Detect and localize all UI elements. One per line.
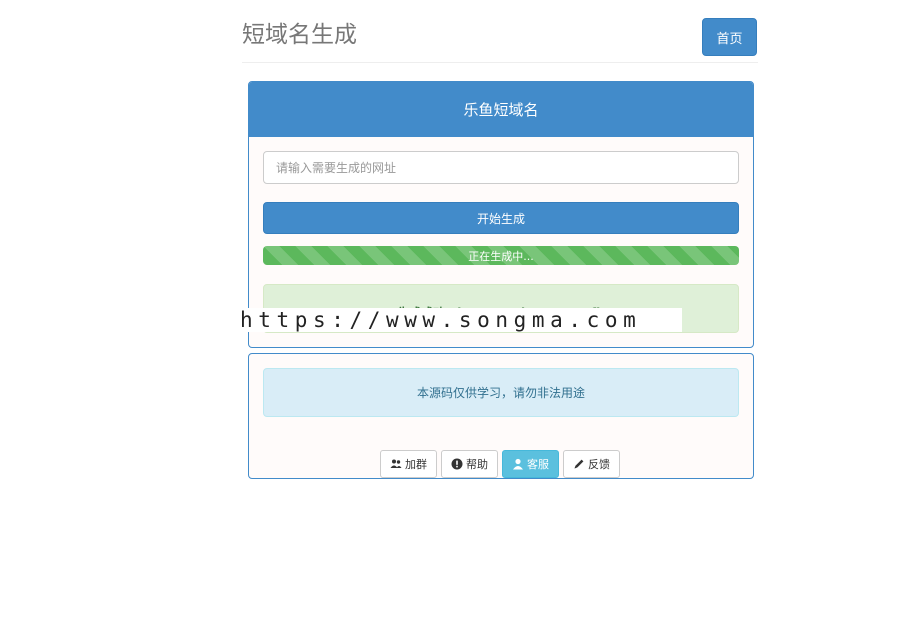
page-header: 短域名生成 首页	[242, 0, 758, 63]
progress-bar-fill: 正在生成中...	[263, 246, 739, 265]
generate-button[interactable]: 开始生成	[263, 202, 739, 234]
users-icon	[390, 458, 402, 470]
user-icon	[512, 458, 524, 470]
info-panel: 本源码仅供学习，请勿非法用途 加群 帮助 客服 反馈	[248, 353, 754, 479]
pencil-icon	[573, 458, 585, 470]
customer-service-button[interactable]: 客服	[502, 450, 559, 478]
help-icon	[451, 458, 463, 470]
notice-text: 本源码仅供学习，请勿非法用途	[416, 386, 585, 400]
help-button[interactable]: 帮助	[441, 450, 498, 478]
notice-alert: 本源码仅供学习，请勿非法用途	[263, 368, 739, 417]
progress-bar-track: 正在生成中...	[263, 246, 739, 265]
join-group-label: 加群	[405, 458, 427, 471]
page-title: 短域名生成	[242, 22, 357, 48]
feedback-button[interactable]: 反馈	[563, 450, 620, 478]
progress-text: 正在生成中...	[468, 249, 534, 263]
action-button-group: 加群 帮助 客服 反馈	[380, 450, 620, 478]
join-group-button[interactable]: 加群	[380, 450, 437, 478]
help-label: 帮助	[466, 458, 488, 471]
customer-service-label: 客服	[527, 458, 549, 471]
page: 短域名生成 首页 乐鱼短域名 开始生成 正在生成中... 生成成功：https:…	[0, 0, 900, 642]
url-input[interactable]	[263, 151, 739, 184]
feedback-label: 反馈	[588, 458, 610, 471]
panel-heading: 乐鱼短域名	[249, 82, 753, 137]
home-button[interactable]: 首页	[702, 18, 757, 56]
watermark-text: https://www.songma.com	[236, 308, 682, 332]
